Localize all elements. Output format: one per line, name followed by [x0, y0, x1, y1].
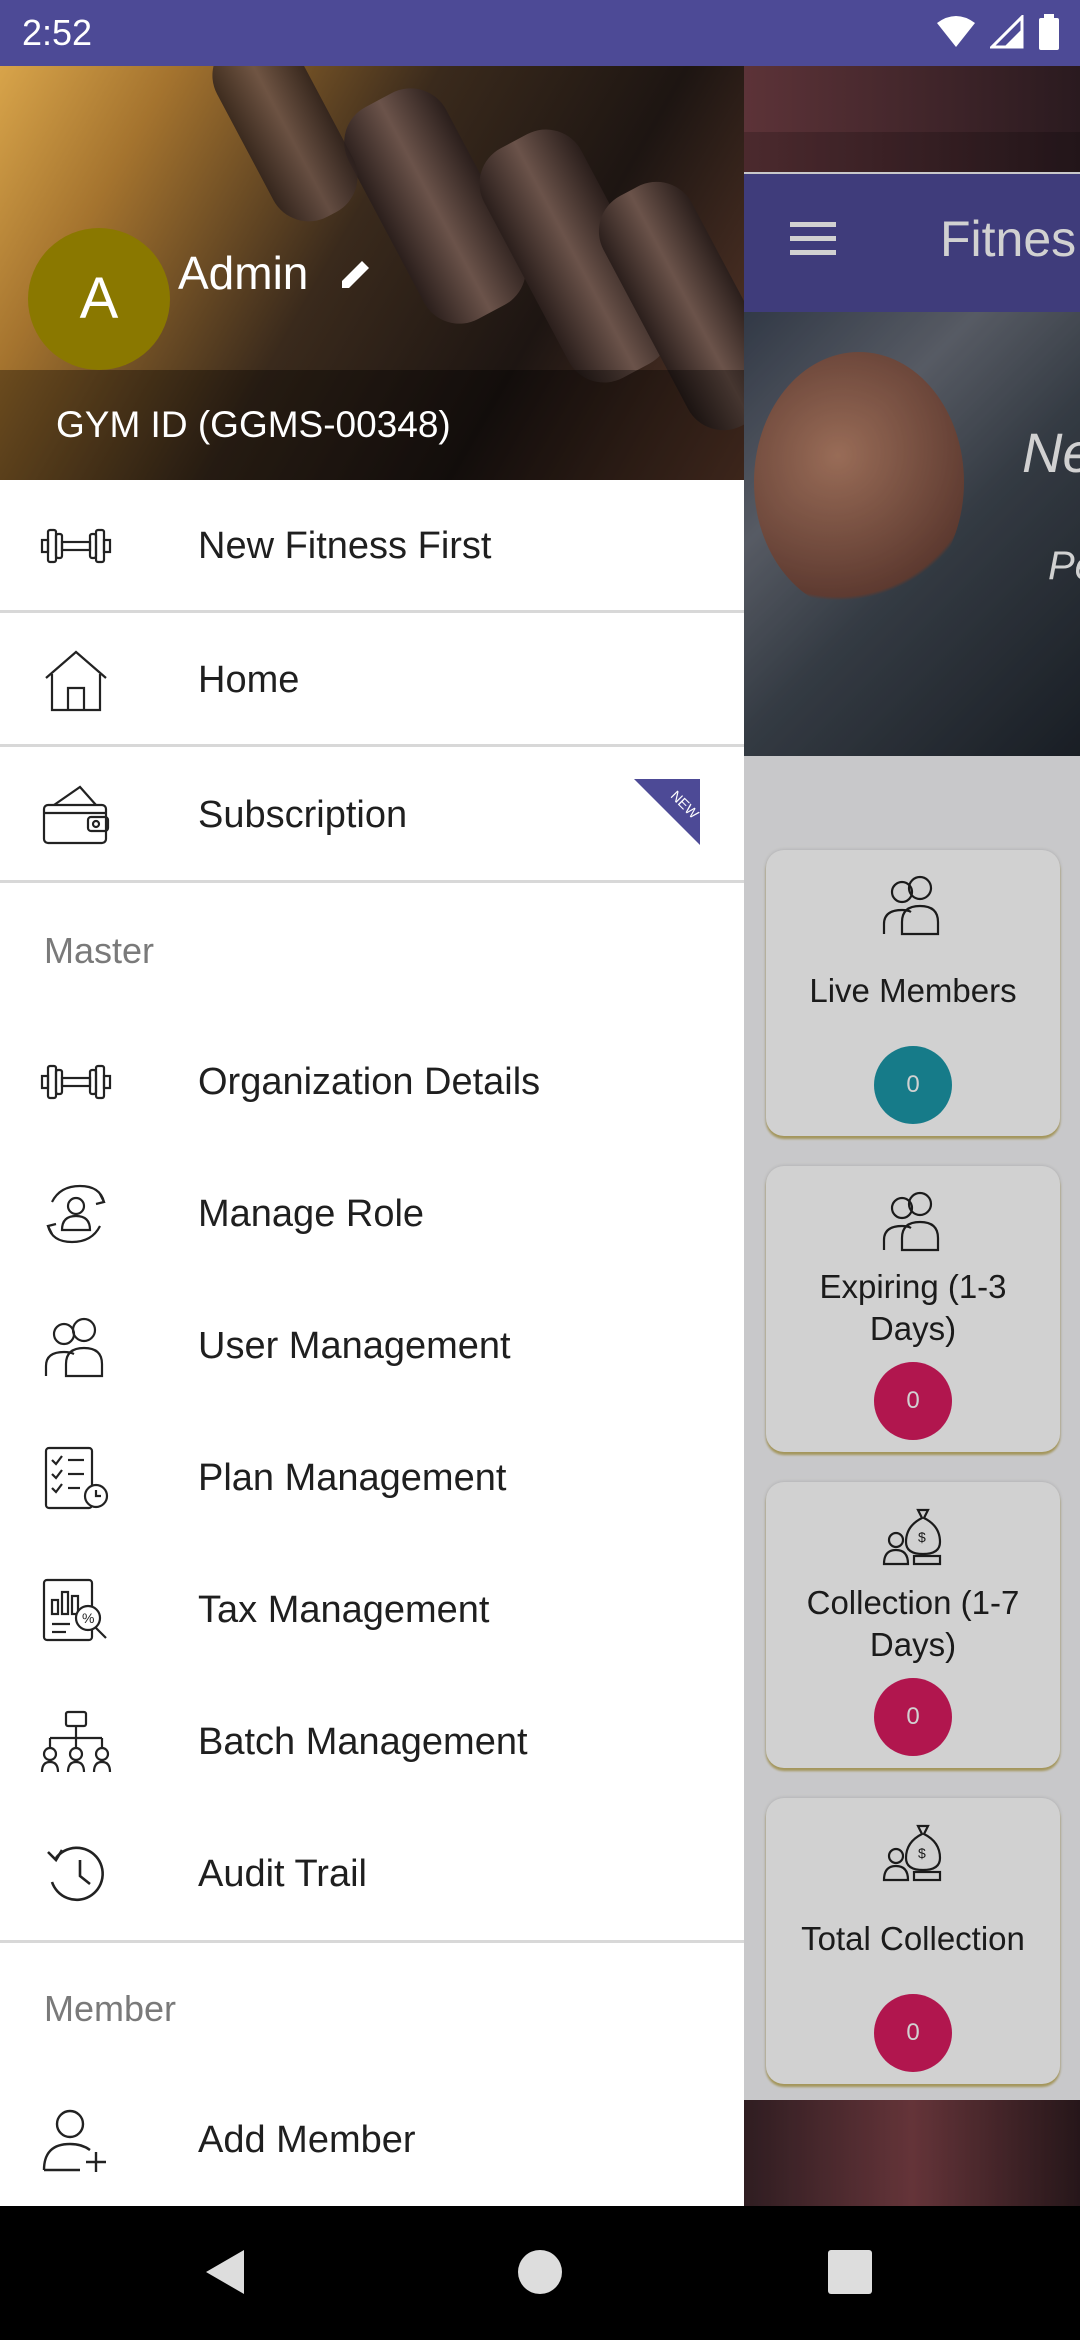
drawer-item-user-management[interactable]: User Management — [0, 1280, 744, 1410]
drawer-item-organization-details[interactable]: Organization Details — [0, 1016, 744, 1146]
item-label: Audit Trail — [198, 1853, 367, 1895]
drawer-item-audit-trail[interactable]: Audit Trail — [0, 1808, 744, 1938]
drawer-item-manage-role[interactable]: Manage Role — [0, 1148, 744, 1278]
dumbbell-icon — [40, 528, 112, 564]
back-icon[interactable] — [196, 2242, 256, 2302]
user-name: Admin — [178, 247, 309, 299]
checklist-icon — [44, 1446, 109, 1510]
add-user-icon — [42, 2109, 106, 2172]
divider — [0, 880, 744, 883]
history-icon — [47, 1846, 104, 1902]
item-label: New Fitness First — [198, 525, 492, 567]
wifi-icon — [937, 16, 975, 47]
edit-icon[interactable] — [338, 256, 374, 292]
tax-report-icon: % — [42, 1578, 107, 1642]
item-label: Organization Details — [198, 1061, 541, 1103]
drawer-item-home[interactable]: Home — [0, 614, 744, 744]
role-icon — [46, 1184, 106, 1244]
item-label: Batch Management — [198, 1721, 528, 1763]
drawer-item-plan-management[interactable]: Plan Management — [0, 1412, 744, 1542]
header-bg-image — [198, 66, 372, 236]
item-label: Add Member — [198, 2119, 416, 2161]
home-icon — [45, 650, 107, 712]
navigation-drawer: A Admin GYM ID (GGMS-00348) New Fitness … — [0, 66, 744, 2206]
drawer-header: A Admin GYM ID (GGMS-00348) — [0, 66, 744, 480]
divider — [0, 610, 744, 613]
item-label: User Management — [198, 1325, 511, 1367]
avatar[interactable]: A — [28, 228, 170, 370]
drawer-item-tax-management[interactable]: % Tax Management — [0, 1544, 744, 1674]
cell-signal-icon — [990, 15, 1024, 49]
gym-id: GYM ID (GGMS-00348) — [56, 404, 451, 445]
org-chart-icon — [40, 1710, 112, 1773]
dumbbell-icon — [40, 1064, 112, 1100]
item-label: Subscription — [198, 794, 408, 836]
system-navigation-bar — [0, 2206, 1080, 2340]
drawer-item-add-member[interactable]: Add Member — [0, 2074, 744, 2204]
section-member: Member — [44, 1988, 177, 2029]
item-label: Manage Role — [198, 1193, 425, 1235]
battery-icon — [1039, 14, 1059, 50]
item-label: Plan Management — [198, 1457, 507, 1499]
drawer-item-batch-management[interactable]: Batch Management — [0, 1676, 744, 1806]
drawer-item-subscription[interactable]: Subscription NEW — [0, 749, 744, 879]
divider — [0, 1940, 744, 1943]
drawer-scrim[interactable] — [744, 132, 1080, 2272]
wallet-icon — [42, 785, 110, 845]
svg-text:%: % — [82, 1610, 94, 1626]
recents-icon[interactable] — [820, 2242, 880, 2302]
divider — [0, 744, 744, 747]
drawer-item-new-fitness-first[interactable]: New Fitness First — [0, 480, 744, 610]
status-bar: 2:52 — [0, 0, 1080, 66]
item-label: Home — [198, 659, 300, 701]
status-time: 2:52 — [22, 12, 93, 53]
item-label: Tax Management — [198, 1589, 490, 1631]
section-master: Master — [44, 930, 155, 971]
home-button-icon[interactable] — [510, 2242, 570, 2302]
status-icons — [936, 14, 1060, 50]
new-badge: NEW — [634, 779, 700, 845]
users-icon — [44, 1317, 104, 1378]
